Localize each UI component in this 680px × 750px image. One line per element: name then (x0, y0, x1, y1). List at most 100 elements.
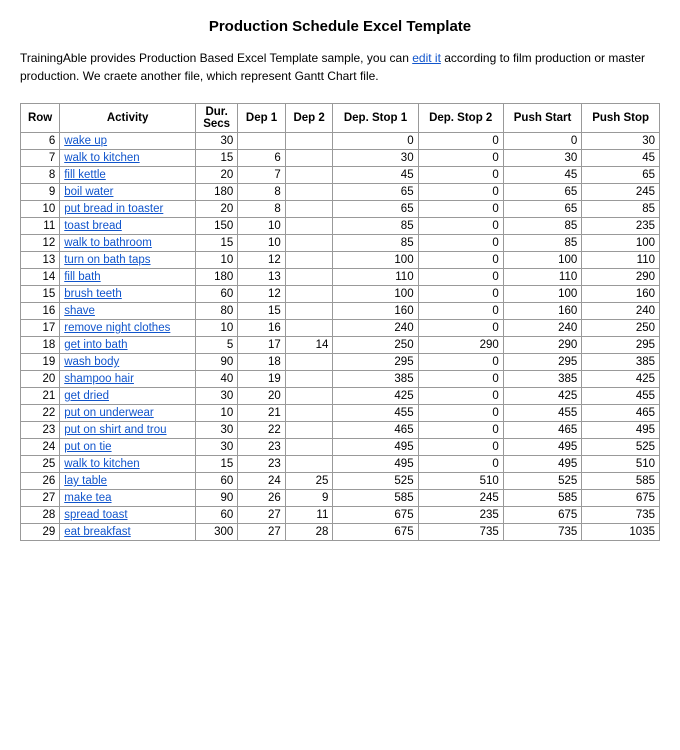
cell-activity: fill bath (60, 269, 196, 286)
cell-activity: shave (60, 303, 196, 320)
cell-value: 585 (582, 473, 660, 490)
cell-value: 65 (582, 167, 660, 184)
cell-row-num: 21 (21, 388, 60, 405)
table-row: 28spread toast602711675235675735 (21, 507, 660, 524)
cell-value: 0 (418, 320, 503, 337)
cell-value: 495 (333, 456, 418, 473)
cell-value: 385 (333, 371, 418, 388)
cell-value: 180 (196, 184, 238, 201)
cell-value: 65 (333, 201, 418, 218)
cell-value: 425 (333, 388, 418, 405)
cell-value: 65 (333, 184, 418, 201)
cell-value: 20 (238, 388, 286, 405)
cell-value (285, 269, 333, 286)
cell-value: 0 (418, 371, 503, 388)
cell-value: 300 (196, 524, 238, 541)
cell-value: 110 (503, 269, 581, 286)
cell-value: 0 (418, 167, 503, 184)
description-text: TrainingAble provides Production Based E… (20, 49, 660, 85)
cell-activity: put on tie (60, 439, 196, 456)
cell-value: 45 (333, 167, 418, 184)
cell-activity: lay table (60, 473, 196, 490)
cell-value: 10 (238, 235, 286, 252)
table-row: 20shampoo hair40193850385425 (21, 371, 660, 388)
cell-value: 60 (196, 507, 238, 524)
cell-activity: walk to kitchen (60, 150, 196, 167)
cell-value: 27 (238, 524, 286, 541)
table-row: 24put on tie30234950495525 (21, 439, 660, 456)
table-row: 21get dried30204250425455 (21, 388, 660, 405)
cell-value: 235 (582, 218, 660, 235)
cell-value: 24 (238, 473, 286, 490)
table-row: 9boil water180865065245 (21, 184, 660, 201)
cell-value: 15 (196, 456, 238, 473)
cell-row-num: 28 (21, 507, 60, 524)
table-row: 25walk to kitchen15234950495510 (21, 456, 660, 473)
cell-activity: spread toast (60, 507, 196, 524)
cell-value: 735 (582, 507, 660, 524)
cell-value: 510 (582, 456, 660, 473)
cell-row-num: 26 (21, 473, 60, 490)
cell-row-num: 6 (21, 133, 60, 150)
cell-value: 11 (285, 507, 333, 524)
cell-value: 295 (333, 354, 418, 371)
col-header-pushstop: Push Stop (582, 104, 660, 133)
cell-value: 30 (582, 133, 660, 150)
cell-value: 425 (582, 371, 660, 388)
cell-value: 0 (418, 184, 503, 201)
table-row: 18get into bath51714250290290295 (21, 337, 660, 354)
col-header-activity: Activity (60, 104, 196, 133)
cell-value: 0 (418, 388, 503, 405)
cell-value: 0 (418, 422, 503, 439)
cell-value: 85 (503, 218, 581, 235)
table-body: 6wake up30000307walk to kitchen156300304… (21, 133, 660, 541)
cell-value (285, 320, 333, 337)
cell-row-num: 13 (21, 252, 60, 269)
cell-activity: shampoo hair (60, 371, 196, 388)
cell-value: 675 (333, 507, 418, 524)
table-row: 26lay table602425525510525585 (21, 473, 660, 490)
cell-value (285, 405, 333, 422)
cell-activity: put bread in toaster (60, 201, 196, 218)
cell-value: 30 (503, 150, 581, 167)
cell-value: 18 (238, 354, 286, 371)
cell-value: 25 (285, 473, 333, 490)
cell-value: 240 (333, 320, 418, 337)
cell-value: 26 (238, 490, 286, 507)
cell-activity: brush teeth (60, 286, 196, 303)
cell-row-num: 27 (21, 490, 60, 507)
cell-value: 455 (333, 405, 418, 422)
cell-activity: make tea (60, 490, 196, 507)
cell-value: 0 (418, 405, 503, 422)
table-row: 11toast bread1501085085235 (21, 218, 660, 235)
cell-value: 100 (503, 252, 581, 269)
page-title: Production Schedule Excel Template (20, 18, 660, 35)
cell-value: 295 (503, 354, 581, 371)
cell-value: 0 (418, 252, 503, 269)
cell-value: 12 (238, 252, 286, 269)
cell-value (238, 133, 286, 150)
cell-value: 23 (238, 456, 286, 473)
cell-value: 585 (503, 490, 581, 507)
cell-value: 525 (503, 473, 581, 490)
cell-value: 85 (503, 235, 581, 252)
col-header-depstop2: Dep. Stop 2 (418, 104, 503, 133)
cell-value (285, 218, 333, 235)
cell-value: 85 (333, 235, 418, 252)
cell-value: 100 (333, 252, 418, 269)
cell-value: 495 (503, 439, 581, 456)
schedule-table: Row Activity Dur.Secs Dep 1 Dep 2 Dep. S… (20, 103, 660, 541)
cell-value: 0 (418, 218, 503, 235)
cell-value (285, 133, 333, 150)
cell-value: 385 (582, 354, 660, 371)
cell-value: 0 (418, 201, 503, 218)
cell-row-num: 7 (21, 150, 60, 167)
cell-value: 0 (418, 286, 503, 303)
cell-value: 23 (238, 439, 286, 456)
table-row: 17remove night clothes10162400240250 (21, 320, 660, 337)
cell-value: 16 (238, 320, 286, 337)
table-row: 10put bread in toaster2086506585 (21, 201, 660, 218)
cell-value: 100 (503, 286, 581, 303)
cell-value (285, 167, 333, 184)
cell-value: 0 (418, 235, 503, 252)
